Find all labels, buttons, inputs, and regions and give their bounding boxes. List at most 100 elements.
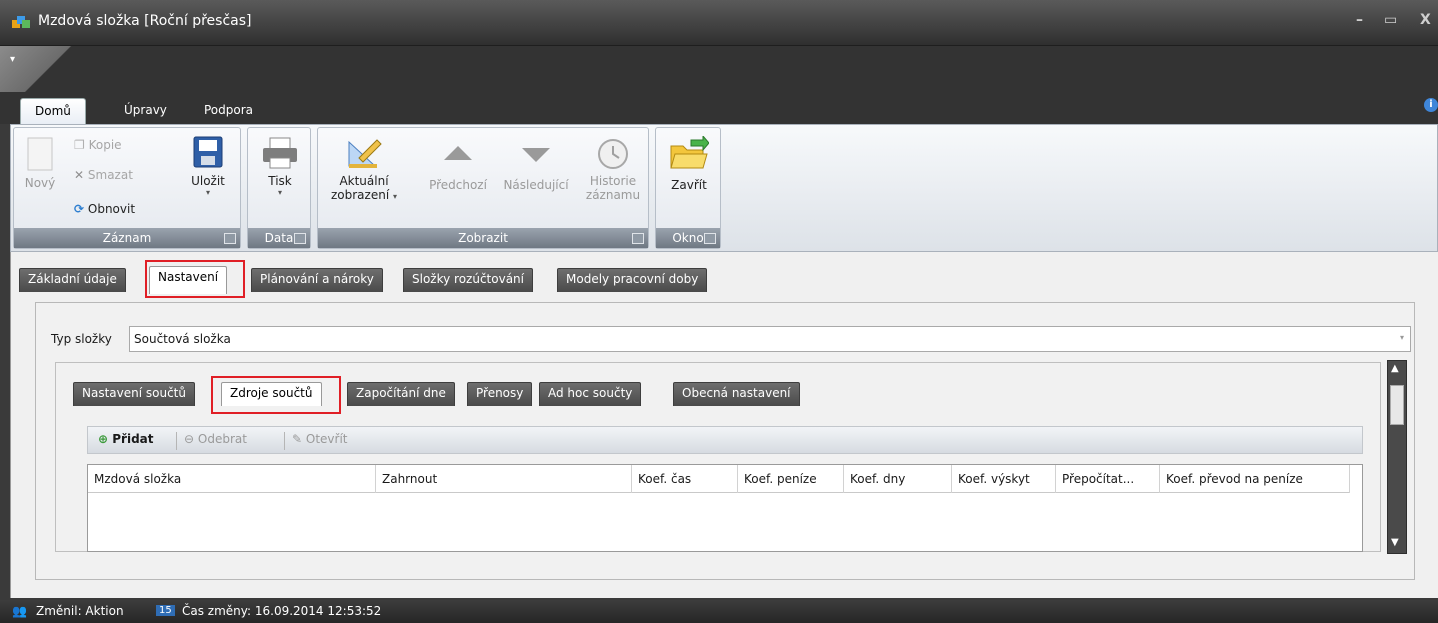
app-icon [12, 16, 30, 28]
typ-slozky-value: Součtová složka [134, 332, 231, 346]
scroll-down-icon[interactable]: ▼ [1391, 537, 1399, 548]
ulozit-button[interactable]: Uložit ▾ [186, 136, 230, 197]
kopie-label: Kopie [88, 138, 122, 152]
window-title: Mzdová složka [Roční přesčas] [38, 13, 252, 29]
group-label-okno: Okno [656, 228, 720, 248]
tab-obecna-nastaveni[interactable]: Obecná nastavení [673, 382, 800, 406]
minimize-button[interactable]: – [1356, 12, 1363, 28]
group-zaznam: Nový ❐ Kopie ✕ Smazat ⟳ Obnovit Uložit ▾… [13, 127, 241, 249]
info-icon[interactable]: i [1424, 98, 1438, 112]
historie-zaznamu-button[interactable]: Historie záznamu [580, 136, 646, 202]
odebrat-label: Odebrat [197, 432, 247, 446]
chevron-down-icon: ▾ [277, 188, 282, 197]
open-icon: ✎ [292, 432, 303, 446]
dialog-launcher-icon[interactable] [294, 233, 306, 244]
col-mzdova-slozka[interactable]: Mzdová složka [88, 465, 376, 493]
maximize-button[interactable]: ▭ [1384, 12, 1397, 28]
tab-prenosy[interactable]: Přenosy [467, 382, 533, 406]
kopie-button[interactable]: ❐ Kopie [74, 138, 122, 152]
aktualni-label-2: zobrazení [330, 188, 390, 202]
zavrit-button[interactable]: Zavřít [662, 136, 716, 192]
scroll-up-icon[interactable]: ▲ [1391, 363, 1399, 374]
nasledujici-button[interactable]: Následující [494, 136, 578, 192]
col-koef-vyskyt[interactable]: Koef. výskyt [952, 465, 1056, 493]
tab-modely-pracovni-doby[interactable]: Modely pracovní doby [557, 268, 708, 292]
group-okno: Zavřít Okno [655, 127, 721, 249]
form-area: Základní údaje Nastavení Plánování a nár… [10, 252, 1438, 598]
group-label-zobrazit: Zobrazit [318, 228, 648, 248]
user-icon: 👥 [12, 604, 27, 618]
col-koef-dny[interactable]: Koef. dny [844, 465, 952, 493]
obnovit-label: Obnovit [87, 202, 136, 216]
tab-planovani-a-naroky[interactable]: Plánování a nároky [251, 268, 383, 292]
remove-icon: ⊖ [184, 432, 195, 446]
tab-ad-hoc-souctu[interactable]: Ad hoc součty [539, 382, 642, 406]
nasledujici-label: Následující [503, 178, 569, 192]
tisk-button[interactable]: Tisk ▾ [254, 136, 306, 197]
otevrit-button[interactable]: ✎ Otevřít [292, 432, 348, 446]
obnovit-button[interactable]: ⟳ Obnovit [74, 202, 135, 216]
save-icon [193, 136, 223, 168]
typ-slozky-label: Typ složky [51, 332, 112, 346]
otevrit-label: Otevřít [305, 432, 348, 446]
refresh-icon: ⟳ [74, 202, 85, 216]
chevron-down-icon: ▾ [1399, 333, 1404, 342]
grid-toolbar: ⊕ Přidat ⊖ Odebrat ✎ Otevřít [87, 426, 1363, 454]
history-clock-icon [598, 139, 628, 169]
chevron-down-icon: ▾ [205, 188, 210, 197]
group-data: Tisk ▾ Data [247, 127, 311, 249]
toolbar-separator [176, 432, 177, 450]
col-prepocitat[interactable]: Přepočítat... [1056, 465, 1160, 493]
tab-nastaveni-souctu[interactable]: Nastavení součtů [73, 382, 195, 406]
col-zahrnout[interactable]: Zahrnout [376, 465, 632, 493]
status-bar: 👥 Změnil: Aktion 15 Čas změny: 16.09.201… [0, 600, 1438, 623]
historie-label-1: Historie [589, 174, 637, 188]
calendar-icon: 15 [156, 605, 175, 616]
delete-icon: ✕ [74, 168, 85, 182]
smazat-label: Smazat [87, 168, 133, 182]
aktualni-zobrazeni-button[interactable]: Aktuální zobrazení ▾ [324, 136, 404, 202]
ribbon-tabs: Domů Úpravy Podpora i [0, 92, 1438, 124]
predchozi-button[interactable]: Předchozí [422, 136, 494, 192]
scroll-thumb[interactable] [1390, 385, 1404, 425]
copy-icon: ❐ [74, 138, 85, 152]
tab-upravy[interactable]: Úpravy [110, 98, 181, 124]
tab-slozky-rozuctovani[interactable]: Složky rozúčtování [403, 268, 533, 292]
tab-domu[interactable]: Domů [20, 98, 86, 124]
quick-access-menu[interactable]: ▾ [0, 46, 82, 92]
tisk-label: Tisk [268, 174, 292, 188]
changed-time: Čas změny: 16.09.2014 12:53:52 [182, 604, 382, 618]
tab-zapocitani-dne[interactable]: Započítání dne [347, 382, 455, 406]
tab-podpora[interactable]: Podpora [190, 98, 267, 124]
printer-icon [263, 137, 297, 169]
col-koef-penize[interactable]: Koef. peníze [738, 465, 844, 493]
tab-zakladni-udaje[interactable]: Základní údaje [19, 268, 126, 292]
add-icon: ⊕ [98, 432, 109, 446]
changed-by: Změnil: Aktion [36, 604, 124, 618]
dialog-launcher-icon[interactable] [224, 233, 236, 244]
odebrat-button[interactable]: ⊖ Odebrat [184, 432, 247, 446]
sources-grid: Mzdová složka Zahrnout Koef. čas Koef. p… [87, 464, 1363, 552]
grid-header: Mzdová složka Zahrnout Koef. čas Koef. p… [88, 465, 1350, 493]
dialog-launcher-icon[interactable] [632, 233, 644, 244]
tab-nastaveni[interactable]: Nastavení [149, 266, 228, 294]
col-koef-cas[interactable]: Koef. čas [632, 465, 738, 493]
title-bar: Mzdová složka [Roční přesčas] – ▭ X [0, 0, 1438, 46]
arrow-up-icon [444, 146, 472, 160]
predchozi-label: Předchozí [429, 178, 487, 192]
col-koef-prevod-na-penize[interactable]: Koef. převod na peníze [1160, 465, 1350, 493]
ribbon: Nový ❐ Kopie ✕ Smazat ⟳ Obnovit Uložit ▾… [10, 124, 1438, 252]
novy-button[interactable]: Nový [22, 136, 58, 190]
dialog-launcher-icon[interactable] [704, 233, 716, 244]
tab-zdroje-souctu[interactable]: Zdroje součtů [221, 382, 322, 406]
folder-exit-icon [670, 136, 709, 169]
smazat-button[interactable]: ✕ Smazat [74, 168, 133, 182]
close-button[interactable]: X [1420, 12, 1431, 28]
quick-access-toolbar: ▾ [0, 46, 1438, 92]
historie-label-2: záznamu [585, 188, 641, 202]
toolbar-separator [284, 432, 285, 450]
novy-label: Nový [24, 176, 56, 190]
vertical-scrollbar[interactable]: ▲ ▼ [1387, 360, 1407, 554]
typ-slozky-select[interactable]: Součtová složka ▾ [129, 326, 1411, 352]
pridat-button[interactable]: ⊕ Přidat [98, 432, 154, 446]
